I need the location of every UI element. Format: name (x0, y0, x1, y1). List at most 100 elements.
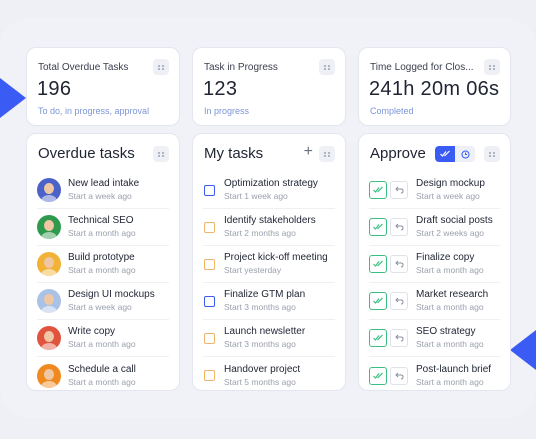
list-item[interactable]: Identify stakeholders Start 2 months ago (203, 209, 335, 246)
list-item[interactable]: Finalize GTM plan Start 3 months ago (203, 283, 335, 320)
task-name: Schedule a call (68, 363, 136, 375)
avatar (37, 289, 61, 313)
task-time: Start a month ago (68, 228, 136, 238)
stat-value: 123 (203, 78, 238, 100)
task-checkbox[interactable] (204, 332, 215, 344)
avatar (37, 363, 61, 388)
task-name: Handover project (224, 363, 301, 375)
task-time: Start a month ago (416, 376, 484, 387)
task-time: Start 3 months ago (224, 339, 296, 349)
stat-subtext: Completed (370, 106, 414, 116)
list-item[interactable]: Build prototype Start a month ago (37, 246, 169, 283)
list-item: Post-launch brief Start a month ago (369, 357, 500, 394)
undo-icon[interactable] (390, 218, 408, 236)
task-name: New lead intake (68, 178, 140, 189)
task-time: Start a month ago (68, 339, 136, 349)
list-item[interactable]: Launch newsletter Start 3 months ago (203, 320, 335, 357)
task-name: Design mockup (416, 178, 485, 189)
task-name: Optimization strategy (224, 178, 318, 189)
list-item[interactable]: Optimization strategy Start 1 week ago (203, 172, 335, 209)
approve-icon[interactable] (369, 218, 387, 236)
undo-icon[interactable] (390, 255, 408, 273)
double-check-icon[interactable] (435, 146, 455, 162)
stat-label: Total Overdue Tasks (38, 62, 129, 73)
task-checkbox[interactable] (204, 184, 215, 196)
avatar (37, 215, 61, 239)
list-item: Draft social posts Start 2 weeks ago (369, 209, 500, 246)
task-name: Draft social posts (416, 215, 493, 226)
approve-card: Approve Design mockup Start a week ago Dr… (358, 133, 511, 391)
task-name: Launch newsletter (224, 326, 306, 337)
task-time: Start 3 months ago (224, 302, 296, 312)
task-name: Technical SEO (68, 215, 134, 226)
list-item[interactable]: Write copy Start a month ago (37, 320, 169, 357)
task-name: Post-launch brief (416, 363, 492, 375)
undo-icon[interactable] (390, 292, 408, 310)
task-checkbox[interactable] (204, 295, 215, 307)
approve-icon[interactable] (369, 181, 387, 199)
list-item: Design mockup Start a week ago (369, 172, 500, 209)
task-name: Identify stakeholders (224, 215, 316, 226)
task-name: Finalize copy (416, 252, 475, 263)
stat-label: Task in Progress (204, 62, 278, 73)
task-time: Start 2 months ago (224, 228, 296, 238)
avatar (37, 178, 61, 202)
drag-grip-icon[interactable] (319, 146, 335, 162)
task-name: Project kick-off meeting (224, 252, 328, 263)
undo-icon[interactable] (390, 329, 408, 347)
list-item[interactable]: Schedule a call Start a month ago (37, 357, 169, 394)
task-name: Finalize GTM plan (224, 289, 306, 300)
task-time: Start 5 months ago (224, 376, 296, 387)
list-item: SEO strategy Start a month ago (369, 320, 500, 357)
list-item[interactable]: New lead intake Start a week ago (37, 172, 169, 209)
drag-grip-icon[interactable] (319, 59, 335, 75)
drag-grip-icon[interactable] (153, 59, 169, 75)
decorative-arrow-left (0, 78, 26, 118)
approve-icon[interactable] (369, 329, 387, 347)
plus-icon[interactable]: + (304, 144, 313, 160)
task-time: Start a week ago (416, 191, 480, 201)
undo-icon[interactable] (390, 181, 408, 199)
task-checkbox[interactable] (204, 258, 215, 270)
list-item[interactable]: Project kick-off meeting Start yesterday (203, 246, 335, 283)
list-item: Finalize copy Start a month ago (369, 246, 500, 283)
task-time: Start a month ago (416, 302, 484, 312)
task-checkbox[interactable] (204, 370, 215, 381)
task-time: Start a month ago (416, 265, 484, 275)
approve-icon[interactable] (369, 292, 387, 310)
decorative-arrow-right (510, 330, 536, 370)
view-toggle (435, 146, 475, 162)
clock-icon[interactable] (455, 146, 475, 162)
stat-value: 196 (37, 78, 72, 100)
card-title: My tasks (204, 145, 264, 162)
drag-grip-icon[interactable] (153, 146, 169, 162)
list-item[interactable]: Handover project Start 5 months ago (203, 357, 335, 394)
drag-grip-icon[interactable] (484, 146, 500, 162)
task-name: Build prototype (68, 252, 135, 263)
card-title: Overdue tasks (38, 145, 135, 162)
list-item[interactable]: Technical SEO Start a month ago (37, 209, 169, 246)
avatar (37, 326, 61, 350)
task-checkbox[interactable] (204, 221, 215, 233)
list-item[interactable]: Design UI mockups Start a week ago (37, 283, 169, 320)
stat-card-in-progress: Task in Progress 123 In progress (192, 47, 346, 126)
undo-icon[interactable] (390, 366, 408, 385)
task-time: Start a month ago (68, 376, 136, 387)
task-name: Design UI mockups (68, 289, 155, 300)
task-time: Start a month ago (416, 339, 484, 349)
task-time: Start 2 weeks ago (416, 228, 485, 238)
stat-label: Time Logged for Clos... (370, 62, 474, 73)
task-time: Start 1 week ago (224, 191, 288, 201)
task-name: Write copy (68, 326, 116, 337)
task-time: Start a week ago (68, 302, 132, 312)
stat-value: 241h 20m 06s (369, 78, 500, 100)
approve-icon[interactable] (369, 366, 387, 385)
stat-subtext: To do, in progress, approval (38, 106, 150, 116)
my-tasks-card: My tasks + Optimization strategy Start 1 … (192, 133, 346, 391)
drag-grip-icon[interactable] (484, 59, 500, 75)
stat-card-time-logged: Time Logged for Clos... 241h 20m 06s Com… (358, 47, 511, 126)
approve-icon[interactable] (369, 255, 387, 273)
task-name: Market research (416, 289, 489, 300)
card-title: Approve (370, 145, 426, 162)
task-name: SEO strategy (416, 326, 476, 337)
